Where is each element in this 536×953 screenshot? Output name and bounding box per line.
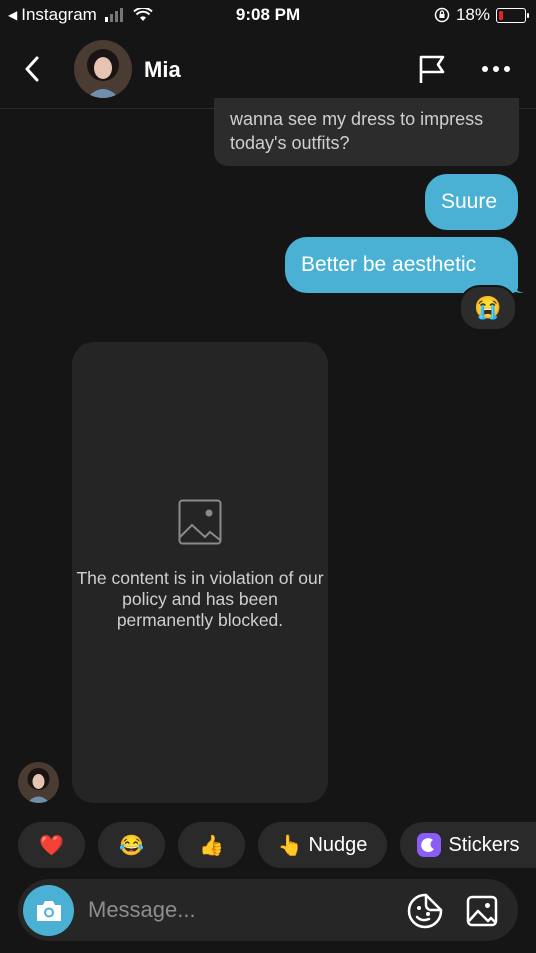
orientation-lock-icon bbox=[434, 7, 450, 23]
stickers-button[interactable]: Stickers bbox=[400, 822, 536, 868]
quick-reaction-laugh[interactable]: 😂 bbox=[98, 822, 165, 868]
pointing-hand-emoji: 👆 bbox=[277, 834, 303, 857]
blocked-content-message: The content is in violation of our polic… bbox=[76, 568, 324, 630]
image-placeholder-icon bbox=[178, 499, 222, 545]
stickers-label: Stickers bbox=[448, 833, 520, 856]
gallery-button[interactable] bbox=[464, 893, 500, 929]
nudge-label: Nudge bbox=[308, 833, 368, 856]
message-text: Suure bbox=[441, 190, 498, 213]
quick-reaction-heart[interactable]: ❤️ bbox=[18, 822, 85, 868]
heart-emoji: ❤️ bbox=[39, 834, 64, 857]
blocked-media-card[interactable]: The content is in violation of our polic… bbox=[72, 342, 328, 803]
message-reaction[interactable]: 😭 bbox=[459, 285, 517, 331]
sender-avatar[interactable] bbox=[18, 762, 59, 803]
more-horizontal-icon bbox=[482, 66, 510, 72]
quick-reaction-thumbs-up[interactable]: 👍 bbox=[178, 822, 245, 868]
message-composer: Message... bbox=[18, 879, 518, 941]
gallery-icon bbox=[466, 895, 498, 927]
contact-avatar[interactable] bbox=[74, 40, 132, 98]
incoming-message-bubble[interactable]: wanna see my dress to impress today's ou… bbox=[214, 98, 519, 166]
contact-name[interactable]: Mia bbox=[144, 57, 181, 83]
outgoing-message-bubble[interactable]: Suure bbox=[425, 174, 518, 230]
camera-button[interactable] bbox=[23, 885, 74, 936]
more-options-button[interactable] bbox=[478, 56, 514, 82]
nudge-button[interactable]: 👆 Nudge bbox=[258, 822, 387, 868]
tears-of-joy-emoji: 😂 bbox=[119, 834, 144, 857]
sticker-picker-button[interactable] bbox=[406, 892, 444, 930]
sticker-app-icon bbox=[416, 832, 442, 858]
message-text: wanna see my dress to impress today's ou… bbox=[230, 109, 484, 153]
sticker-icon bbox=[407, 893, 443, 929]
status-right: 18% bbox=[434, 5, 529, 25]
chevron-left-icon bbox=[25, 56, 39, 82]
camera-icon bbox=[36, 900, 61, 921]
report-button[interactable] bbox=[414, 50, 450, 88]
battery-percent: 18% bbox=[455, 5, 490, 24]
status-bar: ◀ Instagram 9:08 PM 18% bbox=[0, 0, 536, 30]
thumbs-up-emoji: 👍 bbox=[199, 834, 224, 857]
message-text: Better be aesthetic bbox=[301, 253, 477, 276]
crying-face-emoji: 😭 bbox=[474, 295, 502, 320]
back-button[interactable] bbox=[18, 52, 46, 86]
flag-icon bbox=[419, 55, 445, 83]
battery-icon bbox=[496, 7, 529, 23]
message-input[interactable]: Message... bbox=[88, 897, 196, 923]
